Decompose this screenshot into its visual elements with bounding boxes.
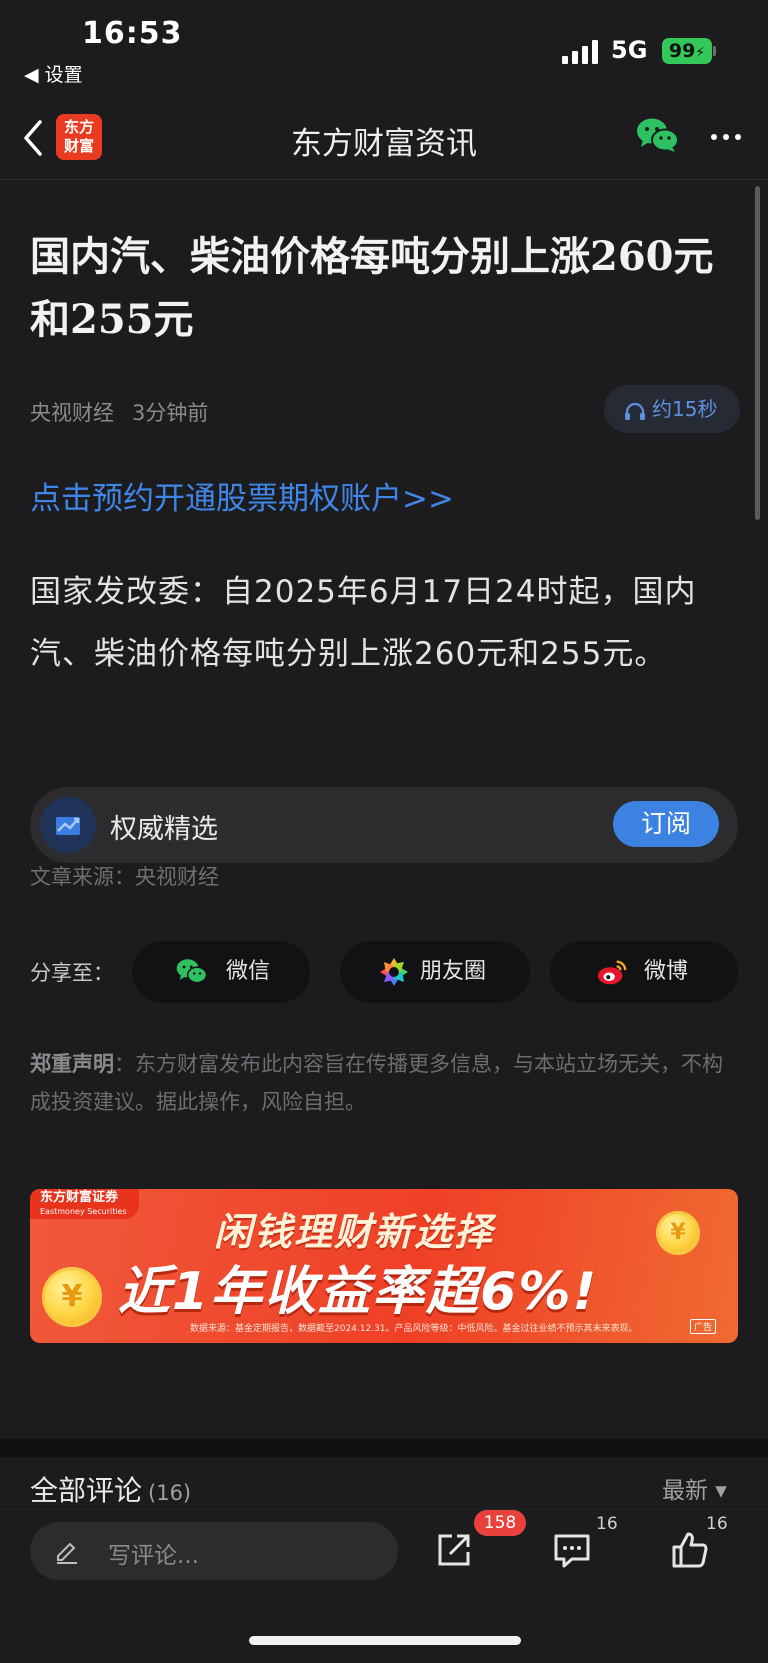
logo-text-bottom: 财富 xyxy=(63,137,94,155)
disclaimer-text: ：东方财富发布此内容旨在传播更多信息，与本站立场无关，不构成投资建议。据此操作，… xyxy=(30,1052,723,1114)
eastmoney-logo: 东方 财富 xyxy=(56,114,102,160)
status-bar: 16:53 ◀ 设置 5G 99⚡ xyxy=(0,0,768,96)
ad-headline: 闲钱理财新选择 xyxy=(214,1210,495,1254)
ad-subheadline: 近1年收益率超6%! xyxy=(118,1262,599,1322)
ad-disclaimer: 数据来源：基金定期报告，数据截至2024.12.31。产品风险等级：中低风险。基… xyxy=(190,1324,638,1334)
article-source: 央视财经 xyxy=(30,401,114,425)
share-label: 分享至： xyxy=(30,961,114,985)
battery-icon: 99⚡ xyxy=(662,38,712,64)
article-content: 国内汽、柴油价格每吨分别上涨260元和255元 央视财经 3分钟前 约15秒 点击… xyxy=(0,181,768,1439)
share-wechat-button[interactable]: 微信 xyxy=(132,941,310,1003)
scroll-indicator[interactable] xyxy=(755,186,760,520)
ad-tag: 广告 xyxy=(690,1319,717,1334)
article-source-line: 文章来源：央视财经 xyxy=(30,865,219,889)
options-account-link[interactable]: 点击预约开通股票期权账户>> xyxy=(30,473,454,518)
network-type: 5G xyxy=(611,36,648,64)
moments-icon xyxy=(380,958,408,986)
share-moments-button[interactable]: 朋友圈 xyxy=(340,941,530,1003)
comment-icon[interactable] xyxy=(552,1530,592,1570)
article-time: 3分钟前 xyxy=(132,401,209,425)
like-count: 16 xyxy=(706,1514,728,1534)
ad-banner[interactable]: 东方财富证券 Eastmoney Securities ¥ ¥ 闲钱理财新选择 … xyxy=(30,1189,738,1343)
comments-count: (16) xyxy=(148,1481,192,1505)
disclaimer-title: 郑重声明 xyxy=(30,1052,114,1076)
wechat-share-icon[interactable] xyxy=(636,116,680,156)
share-wechat-label: 微信 xyxy=(226,959,271,984)
comments-header: 全部评论 (16) 最新 ▾ xyxy=(0,1457,768,1509)
subscribe-card: 权威精选 订阅 xyxy=(30,787,738,863)
ad-brand: 东方财富证券 Eastmoney Securities xyxy=(30,1189,139,1219)
coin-icon: ¥ xyxy=(656,1211,700,1255)
more-icon[interactable] xyxy=(708,122,744,152)
battery-tip xyxy=(713,46,716,56)
subscribe-button[interactable]: 订阅 xyxy=(613,801,719,847)
share-weibo-button[interactable]: 微博 xyxy=(550,941,738,1003)
pencil-icon xyxy=(57,1542,77,1564)
article-title: 国内汽、柴油价格每吨分别上涨260元和255元 xyxy=(30,233,714,343)
article-body: 国家发改委：自2025年6月17日24时起，国内汽、柴油价格每吨分别上涨260元… xyxy=(30,574,697,672)
share-weibo-label: 微博 xyxy=(644,959,689,984)
logo-text-top: 东方 xyxy=(63,118,94,136)
comments-title-text: 全部评论 xyxy=(30,1474,143,1507)
share-moments-label: 朋友圈 xyxy=(420,959,487,984)
status-time: 16:53 xyxy=(82,16,183,51)
listen-duration: 约15秒 xyxy=(652,397,718,421)
comment-placeholder: 写评论... xyxy=(108,1543,199,1569)
coin-icon: ¥ xyxy=(42,1267,102,1327)
wechat-icon xyxy=(176,959,208,984)
back-to-app-link[interactable]: ◀ 设置 xyxy=(24,60,83,87)
like-thumb-icon[interactable] xyxy=(670,1530,710,1570)
share-icon[interactable] xyxy=(434,1530,474,1570)
headphones-icon xyxy=(625,402,645,420)
ad-brand-name: 东方财富证券 xyxy=(40,1190,119,1205)
article-meta: 央视财经 3分钟前 xyxy=(30,397,208,427)
comments-title: 全部评论 (16) xyxy=(30,1469,191,1509)
back-arrow-icon[interactable] xyxy=(18,116,48,160)
ad-brand-en: Eastmoney Securities xyxy=(40,1207,127,1216)
comments-sort-dropdown[interactable]: 最新 ▾ xyxy=(662,1471,727,1505)
share-count-badge: 158 xyxy=(474,1510,526,1536)
home-indicator[interactable] xyxy=(249,1636,521,1645)
signal-icon xyxy=(562,40,600,64)
chart-trend-icon xyxy=(40,797,96,853)
listen-button[interactable]: 约15秒 xyxy=(604,385,740,433)
weibo-icon xyxy=(597,960,627,985)
section-divider xyxy=(0,1439,768,1457)
comment-count: 16 xyxy=(596,1514,618,1534)
battery-level: 99 xyxy=(668,40,696,62)
disclaimer: 郑重声明：东方财富发布此内容旨在传播更多信息，与本站立场无关，不构成投资建议。据… xyxy=(30,1045,742,1121)
nav-bar: 东方 财富 东方财富资讯 xyxy=(0,96,768,180)
comment-input[interactable]: 写评论... xyxy=(30,1522,398,1580)
subscribe-card-label: 权威精选 xyxy=(110,814,218,845)
